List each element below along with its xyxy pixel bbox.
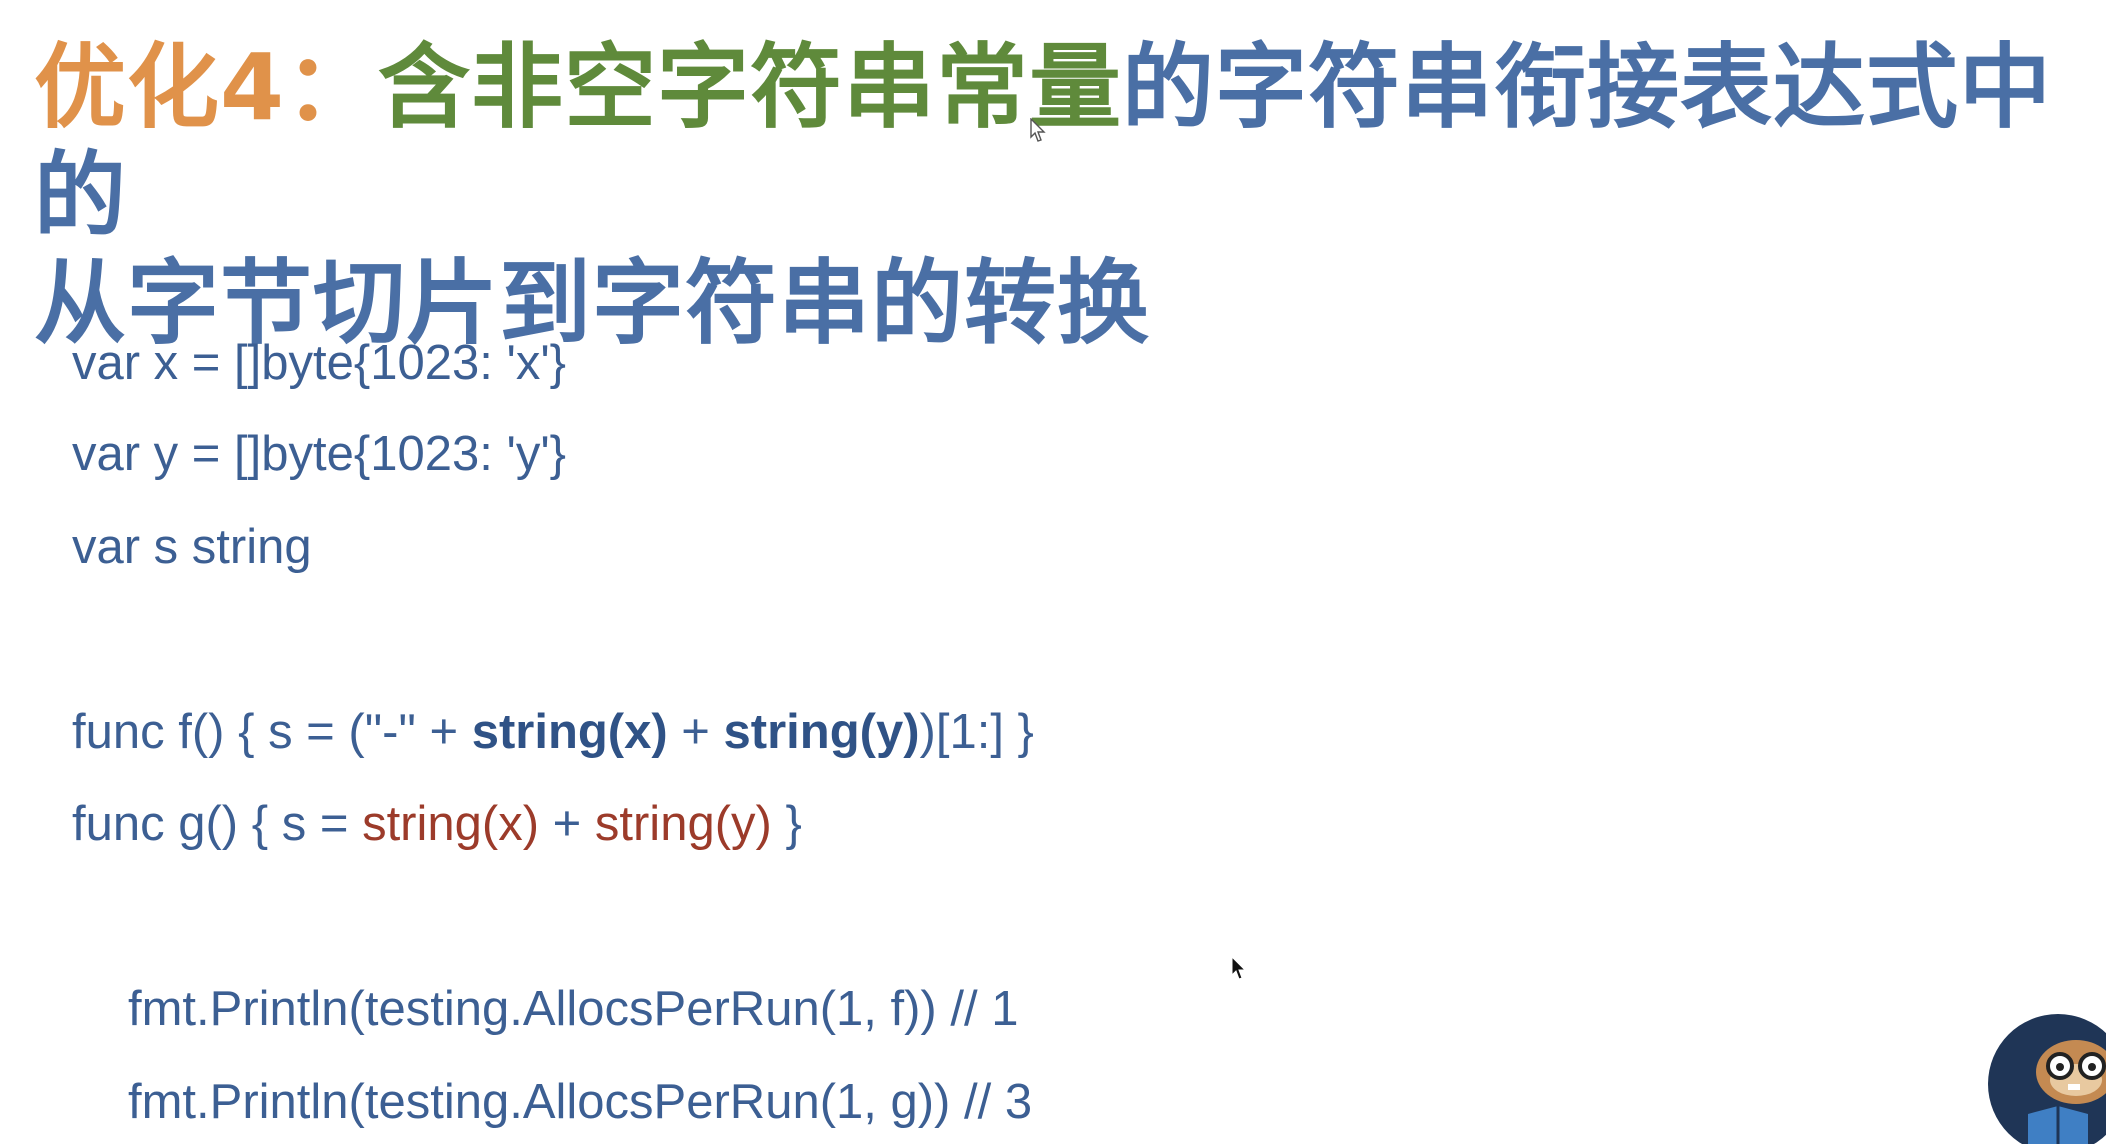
slide: 优化4：含非空字符串常量的字符串衔接表达式中的 从字节切片到字符串的转换 var… — [0, 0, 2106, 1144]
code-line-func-f: func f() { s = ("-" + string(x) + string… — [72, 702, 1034, 762]
code-line-var-x: var x = []byte{1023: 'x'} — [72, 336, 567, 390]
code-line-var-s: var s string — [72, 520, 312, 574]
func-g-start: func g() { s = — [72, 797, 363, 851]
func-g-string-x: string(x) — [362, 797, 540, 851]
func-g-plus: + — [539, 797, 595, 851]
code-line-println-g: fmt.Println(testing.AllocsPerRun(1, g)) … — [128, 1075, 1033, 1129]
func-f-start: func f() { s = ("-" + — [72, 705, 472, 759]
title-green-part: 含非空字符串常量 — [378, 34, 1123, 141]
func-f-string-y: string(y) — [723, 705, 920, 759]
code-line-println-f: fmt.Println(testing.AllocsPerRun(1, f)) … — [128, 982, 1019, 1036]
func-f-string-x: string(x) — [471, 705, 668, 759]
go-gopher-mascot — [1988, 1014, 2106, 1144]
mouse-pointer-icon — [1030, 118, 1046, 142]
code-line-func-g: func g() { s = string(x) + string(y) } — [72, 794, 802, 854]
title-prefix: 优化4： — [34, 34, 379, 141]
func-f-end: )[1:] } — [919, 705, 1034, 759]
func-g-end: } — [771, 797, 802, 851]
mouse-pointer-icon — [1231, 956, 1247, 980]
func-g-string-y: string(y) — [594, 797, 772, 851]
func-f-plus: + — [667, 705, 724, 759]
slide-title: 优化4：含非空字符串常量的字符串衔接表达式中的 从字节切片到字符串的转换 — [34, 34, 2074, 358]
code-line-var-y: var y = []byte{1023: 'y'} — [72, 427, 567, 481]
